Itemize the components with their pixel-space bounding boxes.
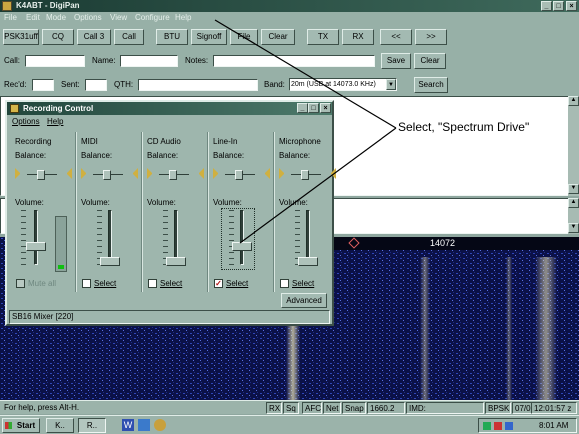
desktop-icon[interactable]	[138, 419, 150, 431]
task-button-k[interactable]: K..	[46, 418, 74, 433]
annotation-text: Select, "Spectrum Drive"	[398, 120, 530, 134]
status-mode: BPSK	[485, 402, 511, 414]
word-icon[interactable]: W	[122, 419, 134, 431]
clock: 8:01 AM	[539, 421, 569, 430]
status-frequency: 1660.2 Hz	[367, 402, 405, 424]
status-net: Net	[323, 402, 341, 414]
windows-logo-icon	[5, 422, 12, 429]
quicklaunch-icon[interactable]	[154, 419, 166, 431]
annotation-arrows	[214, 19, 397, 244]
system-tray: 8:01 AM	[478, 418, 577, 433]
tray-icon[interactable]	[505, 422, 513, 430]
status-afc: AFC	[302, 402, 322, 414]
task-button-r[interactable]: R..	[78, 418, 106, 433]
start-button[interactable]: Start	[2, 418, 40, 433]
status-sq: Sq	[283, 402, 299, 414]
tray-icon[interactable]	[494, 422, 502, 430]
status-snap: Snap	[342, 402, 366, 414]
status-rx: RX	[266, 402, 282, 414]
status-bar: For help, press Alt-H. RX Sq AFC Net Sna…	[0, 400, 579, 424]
status-time: 12:01:57 z	[531, 402, 577, 414]
tray-icon[interactable]	[483, 422, 491, 430]
help-text: For help, press Alt-H.	[4, 403, 80, 412]
status-imd: IMD:	[406, 402, 484, 414]
taskbar: Start K.. R.. W 8:01 AM	[0, 415, 579, 434]
start-label: Start	[16, 421, 36, 430]
